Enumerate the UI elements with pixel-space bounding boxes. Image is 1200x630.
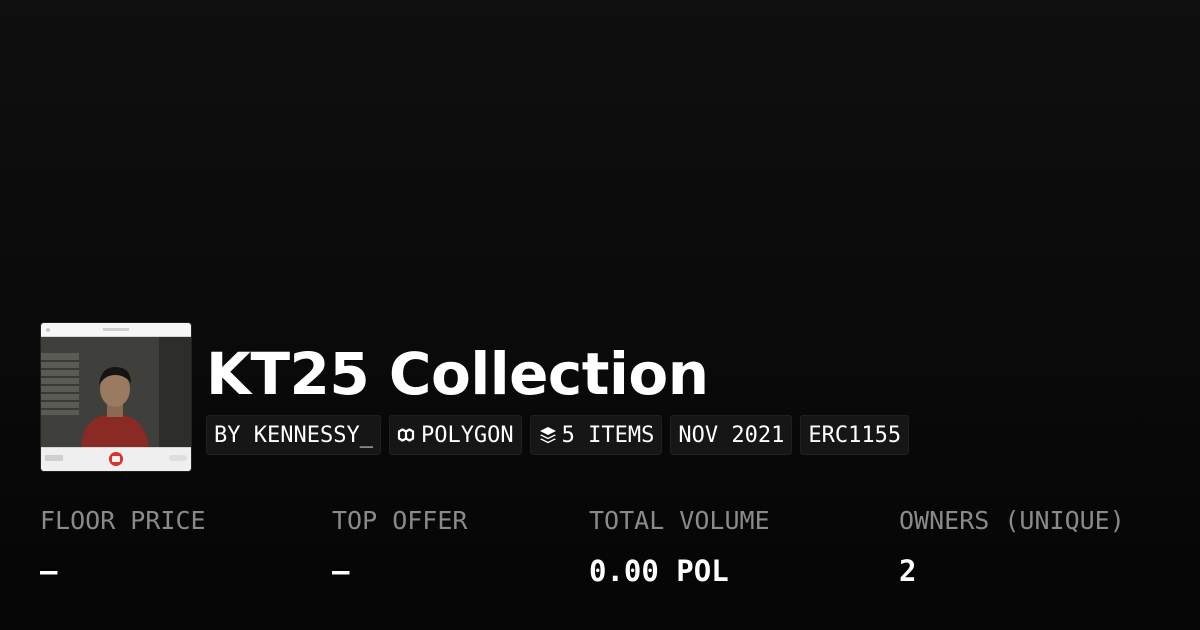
collection-avatar — [40, 322, 192, 472]
polygon-chain-icon — [397, 425, 417, 445]
creator-label: BY KENNESSY_ — [214, 422, 373, 448]
collection-badges: BY KENNESSY_ POLYGON 5 ITEMS NOV 2021 ER… — [206, 415, 910, 455]
top-offer-value: – — [332, 554, 350, 588]
total-volume-value: 0.00 POL — [589, 554, 729, 588]
standard-badge: ERC1155 — [800, 415, 910, 455]
date-badge: NOV 2021 — [670, 415, 793, 455]
top-offer-label: TOP OFFER — [332, 506, 468, 535]
creator-badge[interactable]: BY KENNESSY_ — [206, 415, 381, 455]
stat-owners: OWNERS (UNIQUE) 2 — [899, 503, 1125, 589]
items-label: 5 ITEMS — [561, 422, 655, 448]
stat-floor-price: FLOOR PRICE – — [40, 503, 206, 589]
total-volume-label: TOTAL VOLUME — [589, 506, 770, 535]
owners-label: OWNERS (UNIQUE) — [899, 506, 1125, 535]
floor-price-label: FLOOR PRICE — [40, 506, 206, 535]
chain-label: POLYGON — [420, 422, 514, 448]
chain-badge[interactable]: POLYGON — [388, 415, 522, 455]
date-label: NOV 2021 — [678, 422, 785, 448]
stat-top-offer: TOP OFFER – — [332, 503, 467, 589]
floor-price-value: – — [40, 554, 58, 588]
owners-value: 2 — [899, 554, 917, 588]
items-badge[interactable]: 5 ITEMS — [529, 415, 663, 455]
stat-total-volume: TOTAL VOLUME 0.00 POL — [589, 503, 770, 589]
collection-title: KT25 Collection — [206, 340, 709, 408]
standard-label: ERC1155 — [808, 422, 902, 448]
layers-icon — [538, 425, 558, 445]
avatar-image — [41, 323, 191, 471]
